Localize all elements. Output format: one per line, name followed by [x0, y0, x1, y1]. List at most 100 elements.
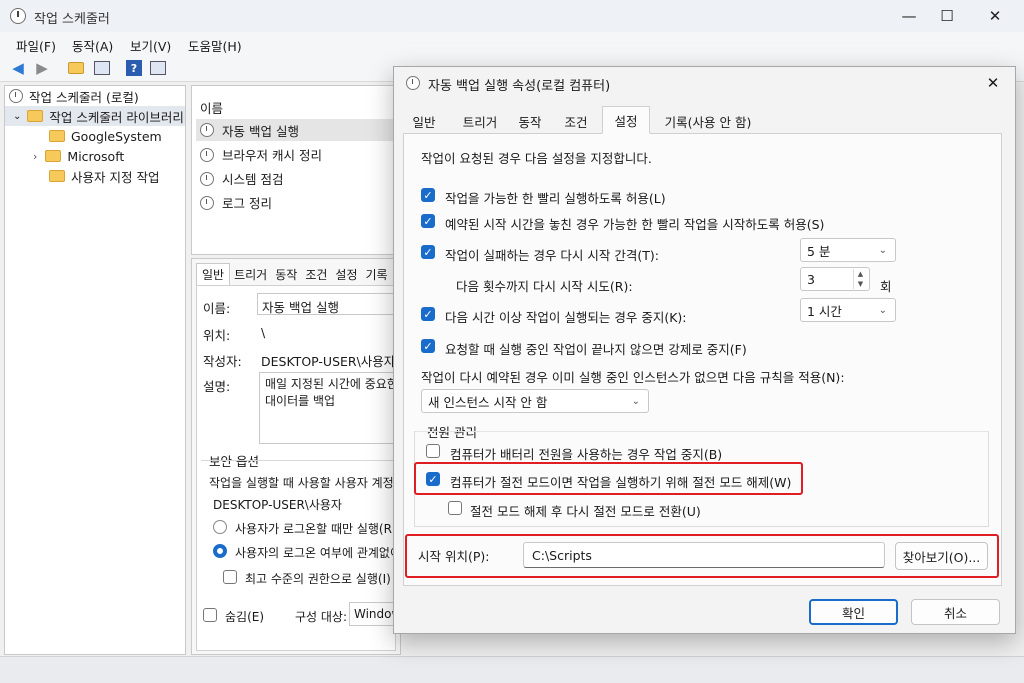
chevron-down-icon: ⌄ [878, 244, 887, 256]
force-stop-checkbox[interactable]: ✓ [421, 339, 435, 353]
close-window-button[interactable]: ✕ [972, 0, 1018, 32]
maximize-button[interactable]: ☐ [924, 0, 970, 32]
chevron-down-icon[interactable]: ⌄ [13, 111, 21, 122]
config-select[interactable]: Window [349, 602, 397, 626]
start-in-field[interactable]: C:\Scripts [523, 542, 885, 568]
instance-rule-label: 작업이 다시 예약된 경우 이미 실행 중인 인스턴스가 없으면 다음 규칙을 … [421, 370, 845, 385]
tree-item-googlesystem[interactable]: GoogleSystem [5, 126, 185, 146]
task-scheduler-icon [10, 8, 26, 24]
detail-tab-triggers[interactable]: 트리거 [230, 263, 271, 286]
config-label: 구성 대상: [295, 610, 348, 624]
menu-file[interactable]: 파일(F) [16, 36, 56, 55]
tree-root[interactable]: 작업 스케줄러 (로컬) [5, 86, 185, 106]
detail-general-page: 이름: 자동 백업 실행 위치: \ 작성자: DESKTOP-USER\사용자… [196, 285, 416, 651]
task-row[interactable]: 로그 정리 [200, 193, 272, 212]
radio-logon-any-label[interactable]: 사용자의 로그온 여부에 관계없이 실 [235, 544, 416, 561]
restart-attempts-value: 3 [807, 271, 815, 287]
task-row-selected[interactable]: 자동 백업 실행 [196, 119, 396, 141]
tab-actions[interactable]: 동작 [510, 109, 550, 133]
restart-on-failure-checkbox[interactable]: ✓ [421, 245, 435, 259]
tab-general[interactable]: 일반 [404, 109, 444, 133]
task-name: 시스템 점검 [222, 172, 284, 187]
tab-history[interactable]: 기록(사용 안 함) [656, 109, 760, 133]
dialog-close-button[interactable]: ✕ [976, 70, 1010, 96]
instance-rule-select[interactable]: 새 인스턴스 시작 안 함 ⌄ [421, 389, 649, 413]
restart-attempts-unit: 회 [880, 279, 892, 294]
tree-library-label: 작업 스케줄러 라이브러리 [49, 109, 184, 125]
run-missed-label[interactable]: 예약된 시작 시간을 놓친 경우 가능한 한 빨리 작업을 시작하도록 허용(S… [445, 214, 824, 233]
clock-icon [200, 171, 214, 186]
cancel-button[interactable]: 취소 [911, 599, 1000, 625]
column-header-name[interactable]: 이름 [200, 98, 223, 117]
hidden-checkbox[interactable] [203, 608, 217, 622]
task-row[interactable]: 브라우저 캐시 정리 [200, 145, 322, 164]
chevron-right-icon[interactable]: › [33, 150, 37, 163]
restart-attempts-spinner[interactable]: 3 ▲ ▼ [800, 267, 870, 291]
detail-tab-settings[interactable]: 설정 [331, 263, 361, 286]
allow-on-demand-label[interactable]: 작업을 가능한 한 빨리 실행하도록 허용(L) [445, 188, 666, 207]
detail-tab-conditions[interactable]: 조건 [301, 263, 331, 286]
name-label: 이름: [203, 301, 231, 316]
folder-icon [49, 170, 65, 182]
clock-icon [200, 195, 214, 210]
up-folder-icon[interactable] [66, 58, 86, 78]
forward-arrow-icon[interactable]: ▶ [32, 58, 52, 78]
task-name: 로그 정리 [222, 196, 272, 211]
radio-logon-only-label[interactable]: 사용자가 로그온할 때만 실행(R) [235, 520, 397, 537]
tree-item-custom-tasks[interactable]: 사용자 지정 작업 [5, 166, 185, 186]
show-pane-icon[interactable] [92, 58, 112, 78]
browse-button[interactable]: 찾아보기(O)... [895, 542, 988, 570]
stop-if-runs-long-checkbox[interactable]: ✓ [421, 307, 435, 321]
task-name: 자동 백업 실행 [222, 123, 299, 139]
name-field[interactable]: 자동 백업 실행 [257, 293, 397, 315]
menu-action[interactable]: 동작(A) [72, 36, 113, 55]
clock-icon [406, 76, 420, 90]
title-bar [0, 0, 1024, 32]
tree-library[interactable]: ⌄ 작업 스케줄러 라이브러리 [5, 106, 185, 126]
stop-if-runs-long-label[interactable]: 다음 시간 이상 작업이 실행되는 경우 중지(K): [445, 307, 687, 326]
description-field[interactable]: 매일 지정된 시간에 중요한 대이터를 백업 [259, 372, 399, 444]
spinner-arrows-icon[interactable]: ▲ ▼ [853, 269, 867, 289]
resleep-checkbox[interactable] [448, 501, 462, 515]
ok-button[interactable]: 확인 [809, 599, 898, 625]
folder-icon [27, 110, 44, 122]
detail-tabs: 일반 트리거 동작 조건 설정 기록 [196, 263, 392, 286]
allow-on-demand-checkbox[interactable]: ✓ [421, 188, 435, 202]
tab-triggers[interactable]: 트리거 [454, 109, 506, 133]
detail-tab-general[interactable]: 일반 [196, 263, 231, 286]
settings-intro: 작업이 요청된 경우 다음 설정을 지정합니다. [421, 151, 652, 166]
description-line: 매일 지정된 시간에 중요한 [265, 377, 398, 391]
resleep-label[interactable]: 절전 모드 해제 후 다시 절전 모드로 전환(U) [470, 501, 701, 520]
highest-privileges-checkbox[interactable] [223, 570, 237, 584]
wake-to-run-label[interactable]: 컴퓨터가 절전 모드이면 작업을 실행하기 위해 절전 모드 해제(W) [450, 472, 791, 491]
wake-to-run-checkbox[interactable]: ✓ [426, 472, 440, 486]
stop-on-battery-checkbox[interactable] [426, 444, 440, 458]
tree-root-label: 작업 스케줄러 (로컬) [29, 89, 139, 105]
task-row[interactable]: 시스템 점검 [200, 169, 283, 188]
hidden-label[interactable]: 숨김(E) [225, 608, 264, 625]
restart-interval-select[interactable]: 5 분 ⌄ [800, 238, 896, 262]
tab-conditions[interactable]: 조건 [556, 109, 596, 133]
stop-on-battery-label[interactable]: 컴퓨터가 배터리 전원을 사용하는 경우 작업 중지(B) [450, 444, 722, 463]
stop-duration-select[interactable]: 1 시간 ⌄ [800, 298, 896, 322]
folder-icon [49, 130, 65, 142]
highest-privileges-label[interactable]: 최고 수준의 권한으로 실행(I) [245, 570, 391, 587]
detail-tab-history[interactable]: 기록 [362, 263, 392, 286]
force-stop-label[interactable]: 요청할 때 실행 중인 작업이 끝나지 않으면 강제로 중지(F) [445, 339, 747, 358]
radio-logon-any[interactable] [213, 544, 227, 558]
tree-item-microsoft[interactable]: › Microsoft [5, 146, 185, 166]
restart-on-failure-label[interactable]: 작업이 실패하는 경우 다시 시작 간격(T): [445, 245, 659, 264]
radio-logon-only[interactable] [213, 520, 227, 534]
back-arrow-icon[interactable]: ◀ [8, 58, 28, 78]
run-missed-checkbox[interactable]: ✓ [421, 214, 435, 228]
location-label: 위치: [203, 328, 231, 343]
detail-tab-actions[interactable]: 동작 [271, 263, 301, 286]
restart-attempts-label: 다음 횟수까지 다시 시작 시도(R): [456, 279, 633, 294]
help-icon[interactable]: ? [124, 58, 144, 78]
stop-duration-value: 1 시간 [807, 303, 842, 319]
action-pane-icon[interactable] [148, 58, 168, 78]
tab-settings[interactable]: 설정 [602, 106, 650, 134]
menu-view[interactable]: 보기(V) [130, 36, 171, 55]
tree-item-label: GoogleSystem [71, 128, 162, 144]
menu-help[interactable]: 도움말(H) [188, 36, 242, 55]
